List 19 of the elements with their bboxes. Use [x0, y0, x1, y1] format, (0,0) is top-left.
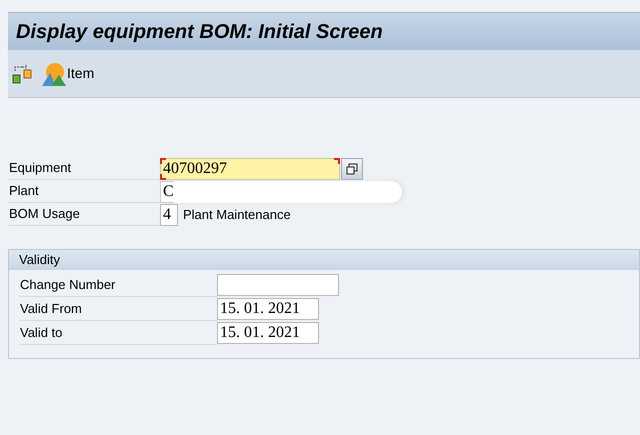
mountain-sun-icon	[42, 62, 66, 86]
input-field[interactable]: 4	[160, 204, 178, 226]
input-field[interactable]	[217, 274, 339, 296]
value-help-button[interactable]	[341, 158, 363, 180]
input-field[interactable]: 40700297	[160, 158, 340, 180]
field-description: Plant Maintenance	[183, 206, 291, 224]
field-label: Plant	[9, 182, 39, 200]
input-field[interactable]: 15. 01. 2021	[217, 322, 319, 344]
window-title: Display equipment BOM: Initial Screen	[16, 20, 383, 44]
input-field[interactable]: 15. 01. 2021	[217, 298, 319, 320]
field-label: Equipment	[9, 159, 72, 178]
field-label: Valid From	[20, 300, 82, 318]
field-label: BOM Usage	[9, 205, 80, 224]
field-label: Change Number	[20, 276, 116, 294]
field-label: Valid to	[20, 324, 62, 342]
item-button[interactable]: Item	[42, 62, 94, 86]
group-title: Validity	[19, 251, 60, 270]
input-field[interactable]: C	[160, 180, 174, 202]
copy-icon	[346, 162, 358, 174]
